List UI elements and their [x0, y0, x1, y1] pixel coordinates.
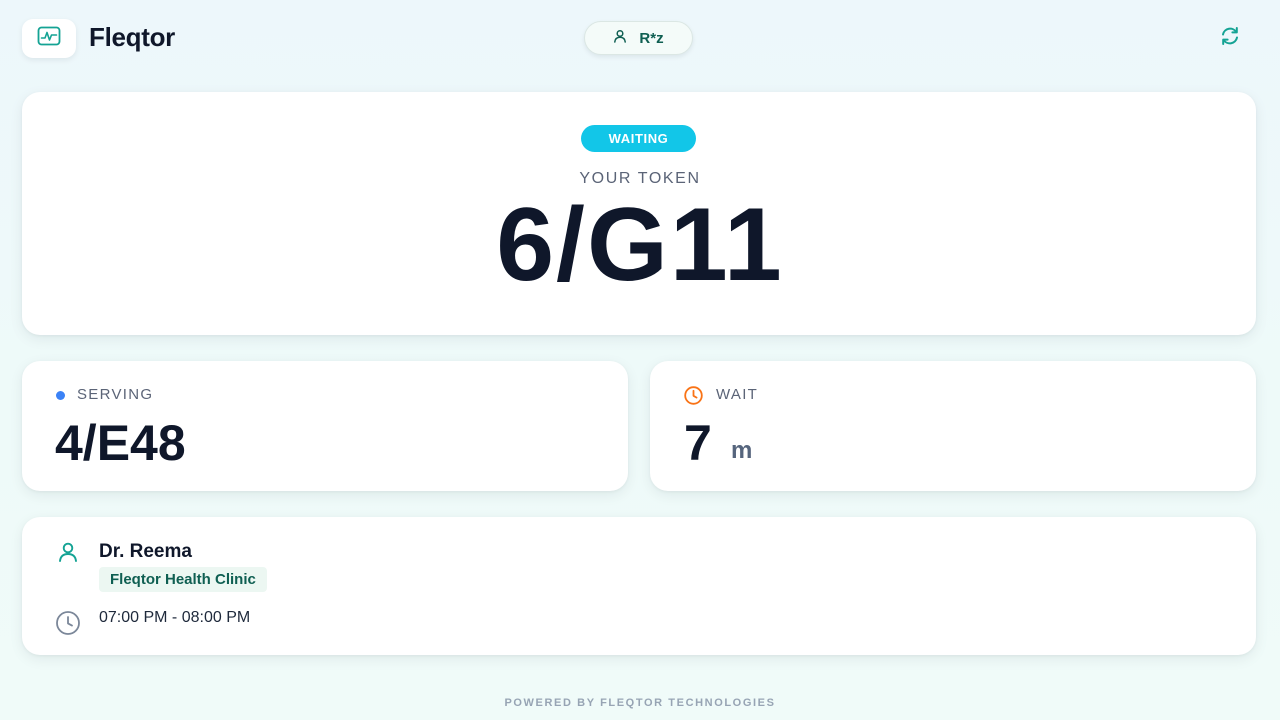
clinic-tag: Fleqtor Health Clinic: [99, 567, 267, 592]
serving-dot-icon: [56, 391, 65, 400]
wait-label: WAIT: [716, 386, 759, 403]
wait-card: WAIT 7 m: [650, 361, 1256, 491]
doctor-card: Dr. Reema Fleqtor Health Clinic 07:00 PM…: [22, 517, 1256, 655]
status-badge: WAITING: [581, 125, 696, 152]
clock-icon: [683, 385, 704, 411]
serving-card: SERVING 4/E48: [22, 361, 628, 491]
user-icon: [613, 29, 627, 48]
refresh-button[interactable]: [1218, 26, 1242, 50]
user-pill-button[interactable]: R*z: [584, 21, 693, 55]
wait-value: 7: [684, 415, 712, 471]
app-name: Fleqtor: [89, 22, 176, 52]
clock-icon: [55, 610, 81, 641]
logo: [22, 19, 76, 58]
refresh-icon: [1219, 25, 1241, 52]
queue-status-page: Fleqtor R*z WAITING YOUR TOKEN 6/G11 SER…: [0, 0, 1280, 720]
doctor-name: Dr. Reema: [99, 541, 192, 562]
app-header: Fleqtor R*z: [0, 0, 1280, 78]
wait-unit: m: [731, 437, 753, 464]
token-number: 6/G11: [496, 187, 784, 303]
footer-text: POWERED BY FLEQTOR TECHNOLOGIES: [504, 697, 776, 709]
activity-monitor-icon: [37, 26, 61, 51]
user-name: R*z: [639, 29, 664, 47]
serving-number: 4/E48: [55, 415, 186, 471]
token-label: YOUR TOKEN: [579, 170, 701, 187]
doctor-hours: 07:00 PM - 08:00 PM: [99, 609, 251, 626]
serving-label: SERVING: [77, 386, 154, 403]
doctor-icon: [57, 541, 79, 568]
